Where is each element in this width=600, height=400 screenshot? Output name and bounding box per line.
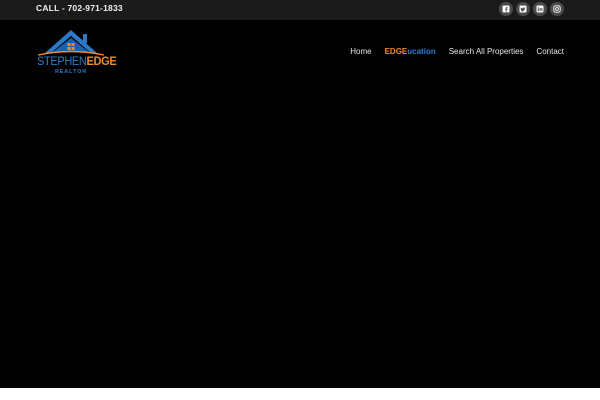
house-roof-icon bbox=[37, 30, 105, 56]
top-bar: CALL - 702-971-1833 bbox=[0, 0, 600, 20]
main-nav: Home EDGEucation Search All Properties C… bbox=[350, 47, 564, 56]
site-logo[interactable]: STEPHENEDGE REALTOR bbox=[34, 26, 117, 80]
nav-education[interactable]: EDGEucation bbox=[385, 47, 436, 56]
logo-word-stephen: STEPHEN bbox=[36, 54, 87, 68]
nav-contact[interactable]: Contact bbox=[536, 47, 564, 56]
logo-subtitle: REALTOR bbox=[54, 69, 88, 75]
logo-word-edge: EDGE bbox=[86, 54, 117, 68]
social-links bbox=[499, 2, 564, 16]
nav-education-part2: ucation bbox=[407, 47, 436, 56]
twitter-icon[interactable] bbox=[516, 2, 530, 16]
call-phone-text[interactable]: CALL - 702-971-1833 bbox=[36, 3, 123, 13]
facebook-icon[interactable] bbox=[499, 2, 513, 16]
logo-wordmark: STEPHENEDGE bbox=[36, 54, 117, 68]
linkedin-icon[interactable] bbox=[533, 2, 547, 16]
nav-search-properties[interactable]: Search All Properties bbox=[449, 47, 524, 56]
instagram-icon[interactable] bbox=[550, 2, 564, 16]
nav-education-part1: EDGE bbox=[384, 47, 408, 56]
nav-home[interactable]: Home bbox=[350, 47, 371, 56]
